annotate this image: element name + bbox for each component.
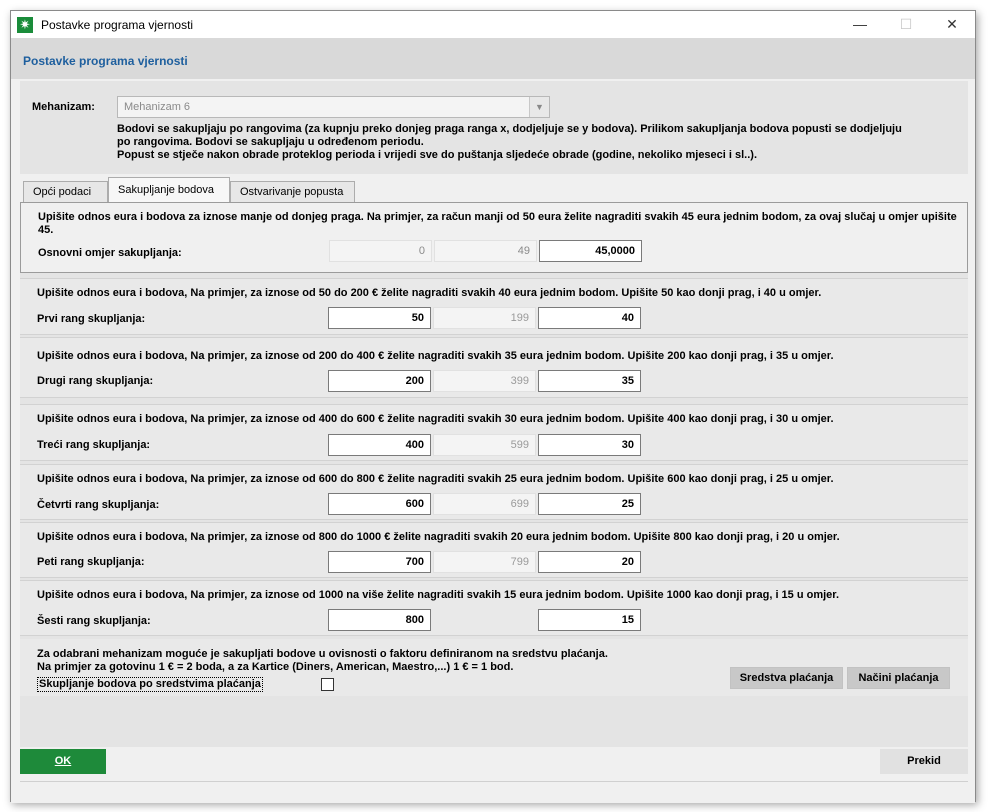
- status-bar: [20, 781, 968, 801]
- mechanism-desc-line: po rangovima. Bodovi se sakupljaju u odr…: [117, 136, 424, 148]
- mechanism-value: Mehanizam 6: [124, 101, 191, 113]
- mechanism-label: Mehanizam:: [32, 101, 95, 113]
- rank-ratio-input[interactable]: 30: [538, 434, 641, 456]
- rank-label: Peti rang skupljanja:: [37, 556, 145, 568]
- rank-from-input[interactable]: 400: [328, 434, 431, 456]
- rank-ratio-input[interactable]: 45,0000: [539, 240, 642, 262]
- minimize-icon[interactable]: —: [837, 11, 883, 38]
- rank-ratio-input[interactable]: 35: [538, 370, 641, 392]
- rank-label: Osnovni omjer sakupljanja:: [38, 247, 182, 259]
- rank-ratio-input[interactable]: 20: [538, 551, 641, 573]
- rank-from-input[interactable]: 700: [328, 551, 431, 573]
- chevron-down-icon[interactable]: ▼: [529, 97, 549, 117]
- payment-means-description: Za odabrani mehanizam moguće je sakuplja…: [37, 648, 608, 674]
- rank-to-field: 199: [433, 307, 536, 329]
- rank-description: Upišite odnos eura i bodova, Na primjer,…: [37, 473, 834, 485]
- rank-description: Upišite odnos eura i bodova, Na primjer,…: [37, 413, 834, 425]
- tab-general[interactable]: Opći podaci: [23, 181, 108, 202]
- tab-discounts[interactable]: Ostvarivanje popusta: [230, 181, 355, 202]
- rank-to-field: 49: [434, 240, 537, 262]
- tab-points-collection[interactable]: Sakupljanje bodova: [108, 177, 230, 202]
- rank-to-field: 399: [433, 370, 536, 392]
- footer: OK Prekid: [11, 747, 975, 803]
- rank-from-input[interactable]: 200: [328, 370, 431, 392]
- mechanism-select[interactable]: Mehanizam 6 ▼: [117, 96, 550, 118]
- rank-description: Upišite odnos eura i bodova, Na primjer,…: [37, 589, 840, 601]
- maximize-icon: ☐: [899, 16, 913, 32]
- rank-from-input[interactable]: 50: [328, 307, 431, 329]
- tab-content: Upišite odnos eura i bodova za iznose ma…: [20, 202, 968, 747]
- rank-label: Prvi rang skupljanja:: [37, 313, 146, 325]
- rank-ratio-input[interactable]: 15: [538, 609, 641, 631]
- ok-button[interactable]: OK: [20, 749, 106, 774]
- rank-description: Upišite odnos eura i bodova za iznose ma…: [38, 211, 957, 236]
- app-star-icon: ✷: [17, 16, 33, 33]
- rank-description: Upišite odnos eura i bodova, Na primjer,…: [37, 531, 840, 543]
- payment-note-line: Za odabrani mehanizam moguće je sakuplja…: [37, 648, 608, 660]
- payment-means-checkbox-label[interactable]: Skupljanje bodova po sredstvima plaćanja: [37, 677, 263, 692]
- payment-means-button[interactable]: Sredstva plaćanja: [730, 667, 843, 689]
- rank-description: Upišite odnos eura i bodova, Na primjer,…: [37, 350, 834, 362]
- payment-methods-button[interactable]: Načini plaćanja: [847, 667, 950, 689]
- mechanism-description: Bodovi se sakupljaju po rangovima (za ku…: [117, 123, 937, 162]
- rank-row: Upišite odnos eura i bodova, Na primjer,…: [20, 404, 968, 461]
- rank-label: Šesti rang skupljanja:: [37, 615, 151, 627]
- mechanism-panel: Mehanizam: Mehanizam 6 ▼ Bodovi se sakup…: [20, 81, 968, 174]
- tab-strip: Opći podaci Sakupljanje bodova Ostvariva…: [20, 177, 968, 202]
- rank-ratio-input[interactable]: 40: [538, 307, 641, 329]
- dialog-window: ✷ Postavke programa vjernosti — ☐ ✕ Post…: [10, 10, 976, 803]
- mechanism-desc-line: Bodovi se sakupljaju po rangovima (za ku…: [117, 123, 902, 135]
- rank-label: Treći rang skupljanja:: [37, 439, 151, 451]
- header-band: Postavke programa vjernosti: [11, 38, 975, 79]
- rank-from-input[interactable]: 800: [328, 609, 431, 631]
- rank-from-field: 0: [329, 240, 432, 262]
- rank-to-field: 699: [433, 493, 536, 515]
- payment-means-checkbox[interactable]: [321, 678, 334, 691]
- payment-note-line: Na primjer za gotovinu 1 € = 2 boda, a z…: [37, 661, 514, 673]
- rank-to-field: 599: [433, 434, 536, 456]
- rank-row: Upišite odnos eura i bodova, Na primjer,…: [20, 278, 968, 335]
- rank-row: Upišite odnos eura i bodova, Na primjer,…: [20, 337, 968, 398]
- mechanism-desc-line: Popust se stječe nakon obrade proteklog …: [117, 149, 758, 161]
- rank-row: Upišite odnos eura i bodova za iznose ma…: [20, 202, 968, 273]
- rank-from-input[interactable]: 600: [328, 493, 431, 515]
- title-bar: ✷ Postavke programa vjernosti — ☐ ✕: [11, 11, 975, 38]
- close-icon[interactable]: ✕: [929, 11, 975, 38]
- rank-to-field: 799: [433, 551, 536, 573]
- page-title: Postavke programa vjernosti: [23, 54, 188, 68]
- rank-label: Četvrti rang skupljanja:: [37, 499, 160, 511]
- window-title: Postavke programa vjernosti: [41, 17, 194, 32]
- rank-row: Upišite odnos eura i bodova, Na primjer,…: [20, 464, 968, 520]
- payment-means-panel: Za odabrani mehanizam moguće je sakuplja…: [20, 639, 968, 696]
- rank-description: Upišite odnos eura i bodova, Na primjer,…: [37, 287, 822, 299]
- rank-row: Upišite odnos eura i bodova, Na primjer,…: [20, 522, 968, 578]
- rank-ratio-input[interactable]: 25: [538, 493, 641, 515]
- cancel-button[interactable]: Prekid: [880, 749, 968, 774]
- rank-label: Drugi rang skupljanja:: [37, 375, 154, 387]
- rank-row: Upišite odnos eura i bodova, Na primjer,…: [20, 580, 968, 636]
